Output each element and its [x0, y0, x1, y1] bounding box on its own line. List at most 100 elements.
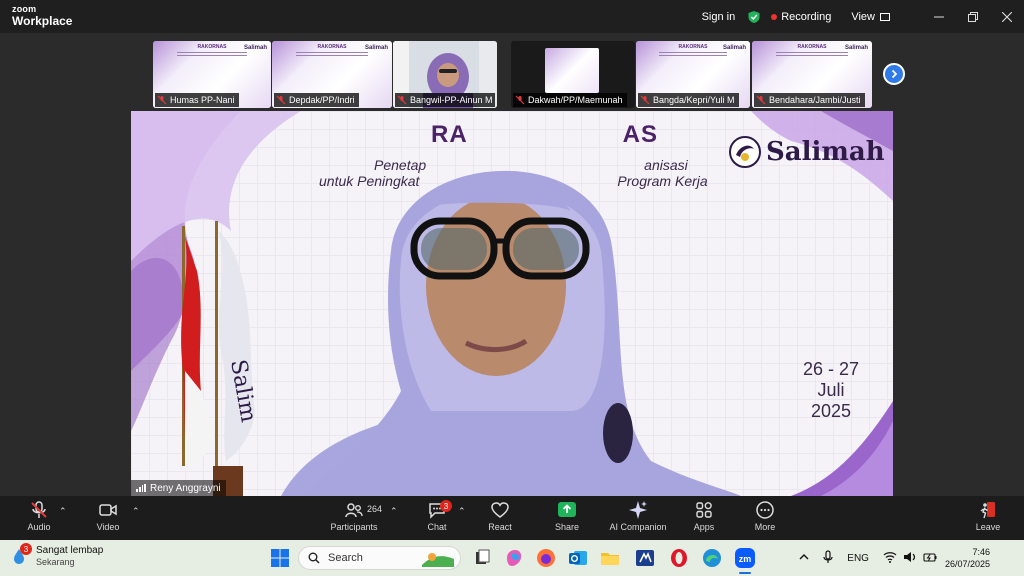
participant-thumbnail[interactable]: RAKORNAS Salimah Bangda/Kepri/Yuli M	[636, 41, 750, 108]
event-date-year: 2025	[811, 401, 852, 421]
taskbar-opera[interactable]	[668, 547, 690, 569]
close-button[interactable]	[990, 0, 1024, 33]
mic-muted-icon	[640, 95, 650, 105]
taskbar-task-view[interactable]	[471, 547, 493, 569]
subtitle-2-left: untuk Peningkat	[319, 173, 420, 189]
participant-thumbnail[interactable]: RAKORNAS Salimah Bendahara/Jambi/Justi	[752, 41, 872, 108]
chevron-right-icon	[891, 69, 898, 79]
more-button[interactable]: More	[730, 500, 800, 532]
zoom-app-icon: zm	[735, 548, 755, 568]
windows-logo-icon	[271, 549, 289, 567]
view-button[interactable]: View	[851, 11, 890, 23]
participant-name: Bangda/Kepri/Yuli M	[653, 95, 735, 105]
slide-text-lines	[296, 52, 368, 56]
slide-logo: Salimah	[844, 45, 868, 51]
taskbar-zoom[interactable]: zm	[734, 547, 756, 569]
shield-icon[interactable]	[747, 10, 761, 24]
ai-companion-button[interactable]: AI Companion	[603, 500, 673, 532]
search-icon	[308, 552, 320, 564]
participant-name: Humas PP-Nani	[170, 95, 235, 105]
slide-logo: Salimah	[722, 45, 746, 51]
participant-thumbnail[interactable]: Dakwah/PP/Maemunah	[511, 41, 635, 108]
audio-options-caret[interactable]: ⌃	[59, 506, 67, 517]
video-options-caret[interactable]: ⌃	[132, 506, 140, 517]
wifi-icon	[883, 551, 897, 563]
participant-thumbnail[interactable]: RAKORNAS Salimah Depdak/PP/Indri	[272, 41, 392, 108]
brand-line-2: Workplace	[12, 14, 73, 28]
taskbar-firefox[interactable]	[535, 547, 557, 569]
participant-name-tag: Depdak/PP/Indri	[274, 93, 359, 107]
more-label: More	[754, 522, 776, 532]
slide-subtitle-2: untuk Peningkat Program Kerja	[319, 173, 708, 189]
signal-strength-icon	[136, 484, 146, 492]
humidity-icon: 3	[10, 543, 32, 565]
taskbar-file-explorer[interactable]	[599, 547, 621, 569]
slide-text-lines	[658, 52, 728, 56]
subtitle-1-right: anisasi	[644, 157, 688, 173]
taskbar-search-box[interactable]: Search	[298, 546, 461, 570]
participants-icon	[345, 503, 363, 518]
chat-label: Chat	[427, 522, 447, 532]
restore-button[interactable]	[956, 0, 990, 33]
participant-thumbnail[interactable]: RAKORNAS Salimah Humas PP-Nani	[153, 41, 271, 108]
slide-heading-left: RA	[431, 121, 468, 148]
slide-text-lines	[176, 52, 248, 56]
firefox-icon	[537, 549, 555, 567]
microphone-tray-button[interactable]	[823, 549, 833, 567]
language-indicator[interactable]: ENG	[847, 553, 869, 564]
more-dots-icon	[756, 501, 774, 519]
participant-name: Dakwah/PP/Maemunah	[528, 95, 623, 105]
brand-line-1: zoom	[12, 4, 37, 14]
title-bar: zoom Workplace Sign in Recording View	[0, 0, 1024, 33]
audio-label: Audio	[27, 522, 51, 532]
view-label: View	[851, 10, 875, 23]
battery-charging-icon	[923, 552, 937, 562]
taskbar-app[interactable]	[634, 547, 656, 569]
salimah-emblem-icon	[729, 136, 761, 168]
weather-title: Sangat lembap	[36, 545, 104, 556]
participants-options-caret[interactable]: ⌃	[390, 506, 398, 517]
mic-muted-icon	[31, 501, 47, 518]
slide-heading: RA AS	[431, 121, 658, 149]
restore-icon	[968, 11, 978, 22]
minimize-button[interactable]	[922, 0, 956, 33]
share-screen-button[interactable]: Share	[532, 500, 602, 532]
wifi-button[interactable]	[883, 551, 897, 566]
apps-button[interactable]: Apps	[669, 500, 739, 532]
copilot-icon	[507, 550, 522, 566]
participant-count: 264	[367, 504, 383, 514]
weather-widget[interactable]: 3 Sangat lembap Sekarang	[10, 543, 104, 568]
ai-companion-label: AI Companion	[609, 522, 667, 532]
participant-name-tag: Humas PP-Nani	[155, 93, 239, 107]
show-hidden-icons-button[interactable]	[799, 553, 809, 564]
mic-muted-icon	[276, 95, 286, 105]
participant-name-tag: Dakwah/PP/Maemunah	[513, 93, 627, 107]
system-tray: ENG 7:46 26/07/2025	[799, 540, 1024, 576]
battery-button[interactable]	[923, 551, 937, 566]
chat-unread-badge: 3	[440, 500, 452, 512]
opera-icon	[671, 549, 687, 567]
taskbar-copilot[interactable]	[503, 547, 525, 569]
clock-date: 26/07/2025	[944, 559, 990, 569]
react-button[interactable]: React	[465, 500, 535, 532]
microphone-icon	[823, 549, 833, 563]
clock[interactable]: 7:46 26/07/2025	[945, 546, 990, 570]
sign-in-link[interactable]: Sign in	[702, 11, 736, 23]
active-speaker-video[interactable]: Salim RA AS Penetap anisasi untuk Peningka…	[131, 111, 893, 496]
taskbar-outlook[interactable]	[567, 547, 589, 569]
outlook-icon	[569, 551, 587, 565]
minimize-icon	[934, 16, 944, 17]
slide-logo: Salimah	[243, 45, 267, 51]
volume-button[interactable]	[903, 551, 917, 566]
salimah-logo-text: Salimah	[766, 137, 885, 167]
heart-icon	[491, 502, 509, 518]
speaker-icon	[903, 551, 916, 562]
recording-indicator[interactable]: Recording	[771, 11, 831, 23]
salimah-logo: Salimah	[728, 135, 885, 169]
next-page-button[interactable]	[883, 63, 905, 85]
leave-button[interactable]: Leave	[953, 500, 1023, 532]
slide-heading-right: AS	[622, 121, 659, 148]
taskbar-edge[interactable]	[701, 547, 723, 569]
participant-thumbnail[interactable]: Bangwil-PP-Ainun M	[393, 41, 497, 108]
windows-start-button[interactable]	[269, 547, 291, 569]
